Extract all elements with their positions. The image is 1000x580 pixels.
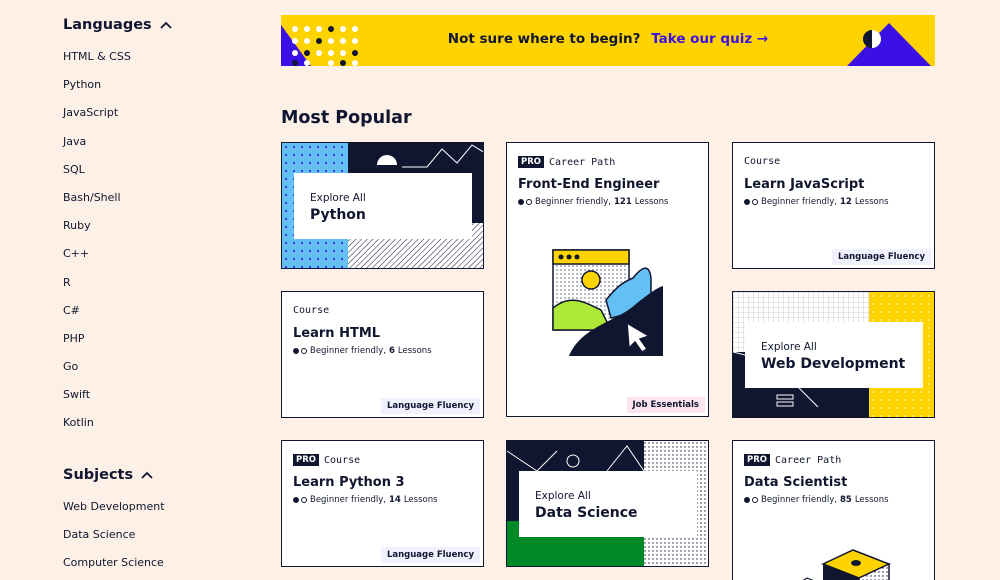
- languages-heading: Languages: [63, 17, 152, 33]
- sidebar-item-java[interactable]: Java: [63, 134, 131, 162]
- card-level: Beginner friendly,: [310, 495, 386, 505]
- card-tag: Language Fluency: [380, 398, 480, 414]
- learn-javascript-card[interactable]: Course Learn JavaScript Beginner friendl…: [732, 142, 935, 269]
- sidebar-item-sql[interactable]: SQL: [63, 162, 131, 190]
- difficulty-dots-icon: [744, 497, 758, 503]
- isometric-cube-illustration-icon: [802, 549, 891, 580]
- pro-badge: PRO: [293, 454, 320, 466]
- sidebar-item-php[interactable]: PHP: [63, 331, 131, 359]
- difficulty-dots-icon: [293, 497, 307, 503]
- sidebar-item-go[interactable]: Go: [63, 359, 131, 387]
- banner-text: Not sure where to begin?: [447, 31, 641, 47]
- sidebar-item-csharp[interactable]: C#: [63, 303, 131, 331]
- pro-badge: PRO: [518, 156, 545, 168]
- pro-badge: PRO: [744, 454, 771, 466]
- sidebar-item-web-development[interactable]: Web Development: [63, 499, 165, 527]
- card-tag: Job Essentials: [626, 397, 705, 413]
- explore-python-panel: Explore All Python: [294, 173, 472, 239]
- card-lesson-count: 14: [388, 495, 401, 505]
- sidebar-item-swift[interactable]: Swift: [63, 387, 131, 415]
- sidebar-item-computer-science[interactable]: Computer Science: [63, 555, 165, 580]
- explore-python-title: Python: [310, 207, 366, 223]
- difficulty-dots-icon: [293, 348, 307, 354]
- explore-web-development-panel: Explore All Web Development: [745, 322, 923, 388]
- banner-message: Not sure where to begin? Take our quiz →: [281, 31, 935, 47]
- subjects-list: Web Development Data Science Computer Sc…: [63, 499, 165, 580]
- card-lesson-count: 12: [839, 197, 852, 207]
- card-title: Data Scientist: [744, 475, 848, 490]
- explore-data-science-small: Explore All: [535, 490, 591, 502]
- card-kind: Course: [293, 305, 329, 316]
- card-level: Beginner friendly,: [535, 197, 611, 207]
- difficulty-dots-icon: [744, 199, 758, 205]
- explore-data-science-title: Data Science: [535, 505, 638, 521]
- card-kind: PRO Career Path: [518, 156, 615, 168]
- browser-landscape-illustration-icon: [552, 249, 663, 356]
- card-lesson-count: 6: [388, 346, 395, 356]
- sidebar-item-ruby[interactable]: Ruby: [63, 218, 131, 246]
- explore-data-science-card[interactable]: Explore All Data Science: [506, 440, 709, 567]
- sidebar-item-bash-shell[interactable]: Bash/Shell: [63, 190, 131, 218]
- card-kind-label: Career Path: [775, 454, 842, 466]
- card-level: Beginner friendly,: [761, 495, 837, 505]
- card-title: Learn JavaScript: [744, 177, 865, 192]
- explore-web-development-title: Web Development: [761, 356, 906, 372]
- languages-list: HTML & CSS Python JavaScript Java SQL Ba…: [63, 49, 131, 444]
- quiz-banner[interactable]: Not sure where to begin? Take our quiz →: [281, 15, 935, 66]
- card-lesson-unit: Lessons: [397, 346, 432, 356]
- sidebar-item-kotlin[interactable]: Kotlin: [63, 415, 131, 443]
- sidebar-item-javascript[interactable]: JavaScript: [63, 105, 131, 133]
- card-meta: Beginner friendly, 6 Lessons: [293, 346, 432, 356]
- explore-python-card[interactable]: Explore All Python: [281, 142, 484, 269]
- card-lesson-unit: Lessons: [854, 197, 889, 207]
- card-lesson-unit: Lessons: [854, 495, 889, 505]
- difficulty-dots-icon: [518, 199, 532, 205]
- card-level: Beginner friendly,: [310, 346, 386, 356]
- subjects-heading: Subjects: [63, 467, 134, 483]
- triangle-graphic-icon: [847, 23, 931, 66]
- card-kind: PRO Course: [293, 454, 360, 466]
- explore-data-science-panel: Explore All Data Science: [519, 471, 697, 537]
- card-meta: Beginner friendly, 121 Lessons: [518, 197, 668, 207]
- sidebar-item-html-css[interactable]: HTML & CSS: [63, 49, 131, 77]
- card-level: Beginner friendly,: [761, 197, 837, 207]
- take-quiz-link[interactable]: Take our quiz →: [651, 31, 768, 47]
- explore-python-small: Explore All: [310, 192, 366, 204]
- card-tag: Language Fluency: [380, 547, 480, 563]
- section-title: Most Popular: [281, 108, 412, 128]
- card-tag: Language Fluency: [831, 249, 931, 265]
- explore-web-development-card[interactable]: Explore All Web Development: [732, 291, 935, 418]
- subjects-toggle[interactable]: Subjects: [63, 467, 153, 483]
- sidebar-item-cpp[interactable]: C++: [63, 246, 131, 274]
- card-kind-label: Course: [324, 454, 361, 466]
- learn-python-3-card[interactable]: PRO Course Learn Python 3 Beginner frien…: [281, 440, 484, 567]
- sidebar-item-r[interactable]: R: [63, 275, 131, 303]
- card-kind-label: Course: [293, 305, 330, 316]
- card-kind: PRO Career Path: [744, 454, 841, 466]
- sidebar-item-data-science[interactable]: Data Science: [63, 527, 165, 555]
- card-title: Front-End Engineer: [518, 177, 660, 192]
- card-lesson-count: 121: [613, 197, 632, 207]
- languages-toggle[interactable]: Languages: [63, 17, 172, 33]
- card-meta: Beginner friendly, 14 Lessons: [293, 495, 438, 505]
- card-lesson-unit: Lessons: [634, 197, 669, 207]
- card-title: Learn HTML: [293, 326, 381, 341]
- chevron-up-icon: [141, 471, 153, 479]
- card-kind-label: Career Path: [549, 156, 616, 168]
- data-scientist-card[interactable]: PRO Career Path Data Scientist Beginner …: [732, 440, 935, 580]
- card-kind-label: Course: [744, 156, 781, 167]
- card-lesson-count: 85: [839, 495, 852, 505]
- learn-html-card[interactable]: Course Learn HTML Beginner friendly, 6 L…: [281, 291, 484, 418]
- front-end-engineer-card[interactable]: PRO Career Path Front-End Engineer Begin…: [506, 142, 709, 417]
- explore-web-development-small: Explore All: [761, 341, 817, 353]
- chevron-up-icon: [160, 21, 172, 29]
- card-meta: Beginner friendly, 85 Lessons: [744, 495, 889, 505]
- card-title: Learn Python 3: [293, 475, 405, 490]
- sidebar-item-python[interactable]: Python: [63, 77, 131, 105]
- card-lesson-unit: Lessons: [403, 495, 438, 505]
- card-kind: Course: [744, 156, 780, 167]
- card-meta: Beginner friendly, 12 Lessons: [744, 197, 889, 207]
